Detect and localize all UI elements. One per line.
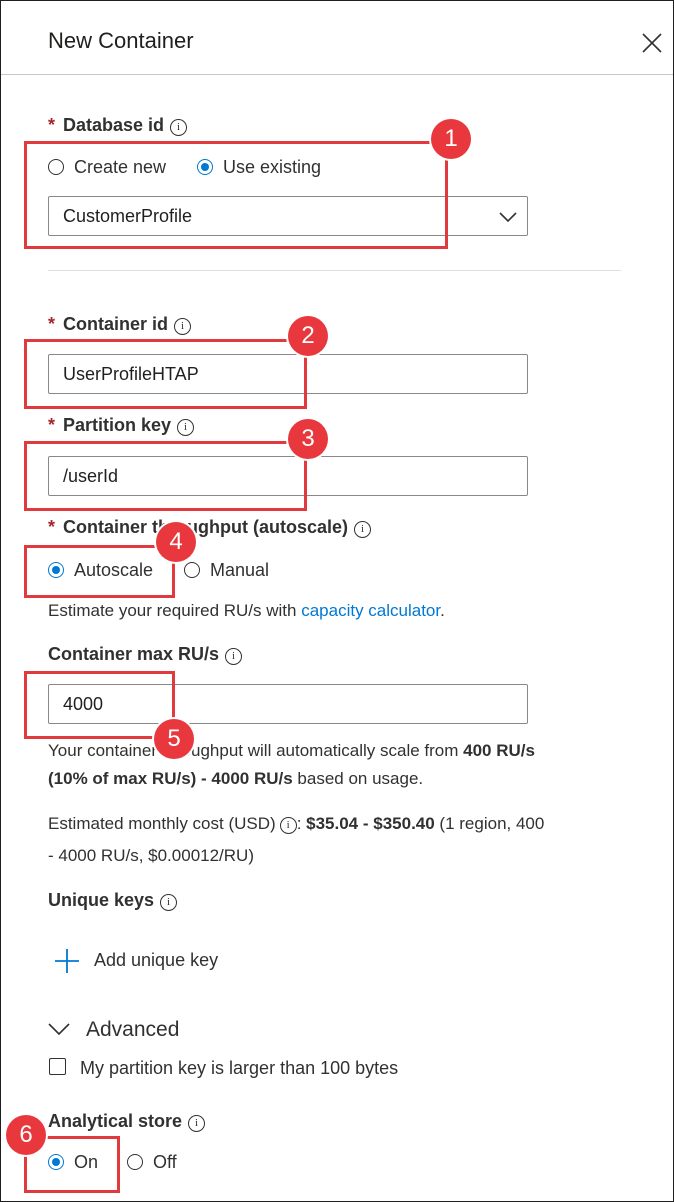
required-marker: * bbox=[48, 115, 56, 135]
info-icon[interactable]: i bbox=[225, 648, 243, 665]
cost-text-line1: Estimated monthly cost (USD) i: $35.04 - … bbox=[48, 814, 544, 834]
scale-min-value: 400 RU/s bbox=[463, 741, 535, 760]
cost-label: Estimated monthly cost (USD) bbox=[48, 814, 276, 833]
cost-detail: (1 region, 400 bbox=[434, 814, 545, 833]
large-partition-key-label[interactable]: My partition key is larger than 100 byte… bbox=[80, 1058, 398, 1079]
info-icon[interactable]: i bbox=[160, 894, 178, 911]
scale-range-value: (10% of max RU/s) - 4000 RU/s bbox=[48, 769, 293, 788]
chevron-down-icon bbox=[499, 212, 517, 223]
scale-text-prefix: Your container throughput will automatic… bbox=[48, 741, 464, 760]
callout-box-3 bbox=[24, 441, 307, 511]
capacity-calculator-link[interactable]: capacity calculator bbox=[301, 601, 440, 620]
max-ru-label-text: Container max RU/s bbox=[48, 644, 220, 664]
info-icon[interactable]: i bbox=[279, 817, 297, 834]
partition-key-label-text: Partition key bbox=[63, 415, 172, 435]
callout-badge-3: 3 bbox=[288, 419, 328, 459]
add-unique-key-label: Add unique key bbox=[94, 950, 219, 970]
advanced-label: Advanced bbox=[86, 1018, 180, 1041]
callout-box-2 bbox=[24, 339, 307, 409]
callout-box-4 bbox=[24, 545, 175, 598]
cost-value: $35.04 - $350.40 bbox=[306, 814, 435, 833]
advanced-toggle[interactable]: Advanced bbox=[48, 1018, 208, 1044]
required-marker: * bbox=[48, 517, 56, 537]
callout-badge-5: 5 bbox=[154, 719, 194, 759]
scale-text-suffix: based on usage. bbox=[292, 769, 424, 788]
manual-radio[interactable] bbox=[184, 562, 200, 578]
info-icon[interactable]: i bbox=[170, 119, 188, 136]
add-unique-key-button[interactable]: Add unique key bbox=[54, 948, 254, 976]
callout-badge-2: 2 bbox=[288, 316, 328, 356]
throughput-label: * Container throughput (autoscale) i bbox=[48, 517, 372, 538]
callout-badge-6: 6 bbox=[6, 1115, 46, 1155]
callout-box-1 bbox=[24, 141, 448, 249]
estimate-text-prefix: Estimate your required RU/s with bbox=[48, 601, 302, 620]
scale-text-line2: (10% of max RU/s) - 4000 RU/s based on u… bbox=[48, 769, 423, 789]
cost-text-line2: - 4000 RU/s, $0.00012/RU) bbox=[48, 846, 254, 865]
callout-badge-4: 4 bbox=[156, 522, 196, 562]
large-partition-key-checkbox[interactable] bbox=[49, 1058, 66, 1075]
info-icon[interactable]: i bbox=[174, 318, 192, 335]
close-icon[interactable] bbox=[640, 31, 664, 55]
info-icon[interactable]: i bbox=[188, 1115, 206, 1132]
callout-badge-1: 1 bbox=[431, 119, 471, 159]
database-id-label: * Database id i bbox=[48, 115, 188, 136]
estimate-text-suffix: . bbox=[440, 601, 445, 620]
analytical-off-radio[interactable] bbox=[127, 1154, 143, 1170]
section-divider bbox=[48, 270, 621, 271]
info-icon[interactable]: i bbox=[177, 419, 195, 436]
panel-title: New Container bbox=[48, 28, 194, 53]
analytical-store-label-text: Analytical store bbox=[48, 1111, 183, 1131]
required-marker: * bbox=[48, 314, 56, 334]
max-ru-label: Container max RU/s i bbox=[48, 644, 243, 665]
container-id-label-text: Container id bbox=[63, 314, 169, 334]
manual-label[interactable]: Manual bbox=[210, 560, 269, 581]
chevron-down-icon bbox=[48, 1023, 70, 1036]
throughput-label-text: Container throughput (autoscale) bbox=[63, 517, 349, 537]
scale-text-line1: Your container throughput will automatic… bbox=[48, 741, 535, 761]
required-marker: * bbox=[48, 415, 56, 435]
partition-key-label: * Partition key i bbox=[48, 415, 195, 436]
plus-icon bbox=[55, 949, 79, 973]
database-id-label-text: Database id bbox=[63, 115, 165, 135]
callout-box-5 bbox=[24, 671, 175, 739]
new-container-panel: New Container * Database id i Create new U… bbox=[0, 0, 674, 1202]
unique-keys-label-text: Unique keys bbox=[48, 890, 155, 910]
info-icon[interactable]: i bbox=[354, 521, 372, 538]
container-id-label: * Container id i bbox=[48, 314, 192, 335]
cost-colon: : bbox=[296, 814, 307, 833]
panel-header: New Container bbox=[1, 1, 673, 75]
estimate-text: Estimate your required RU/s with capacit… bbox=[48, 601, 445, 621]
unique-keys-label: Unique keys i bbox=[48, 890, 178, 911]
analytical-off-label[interactable]: Off bbox=[153, 1152, 177, 1173]
analytical-store-label: Analytical store i bbox=[48, 1111, 206, 1132]
